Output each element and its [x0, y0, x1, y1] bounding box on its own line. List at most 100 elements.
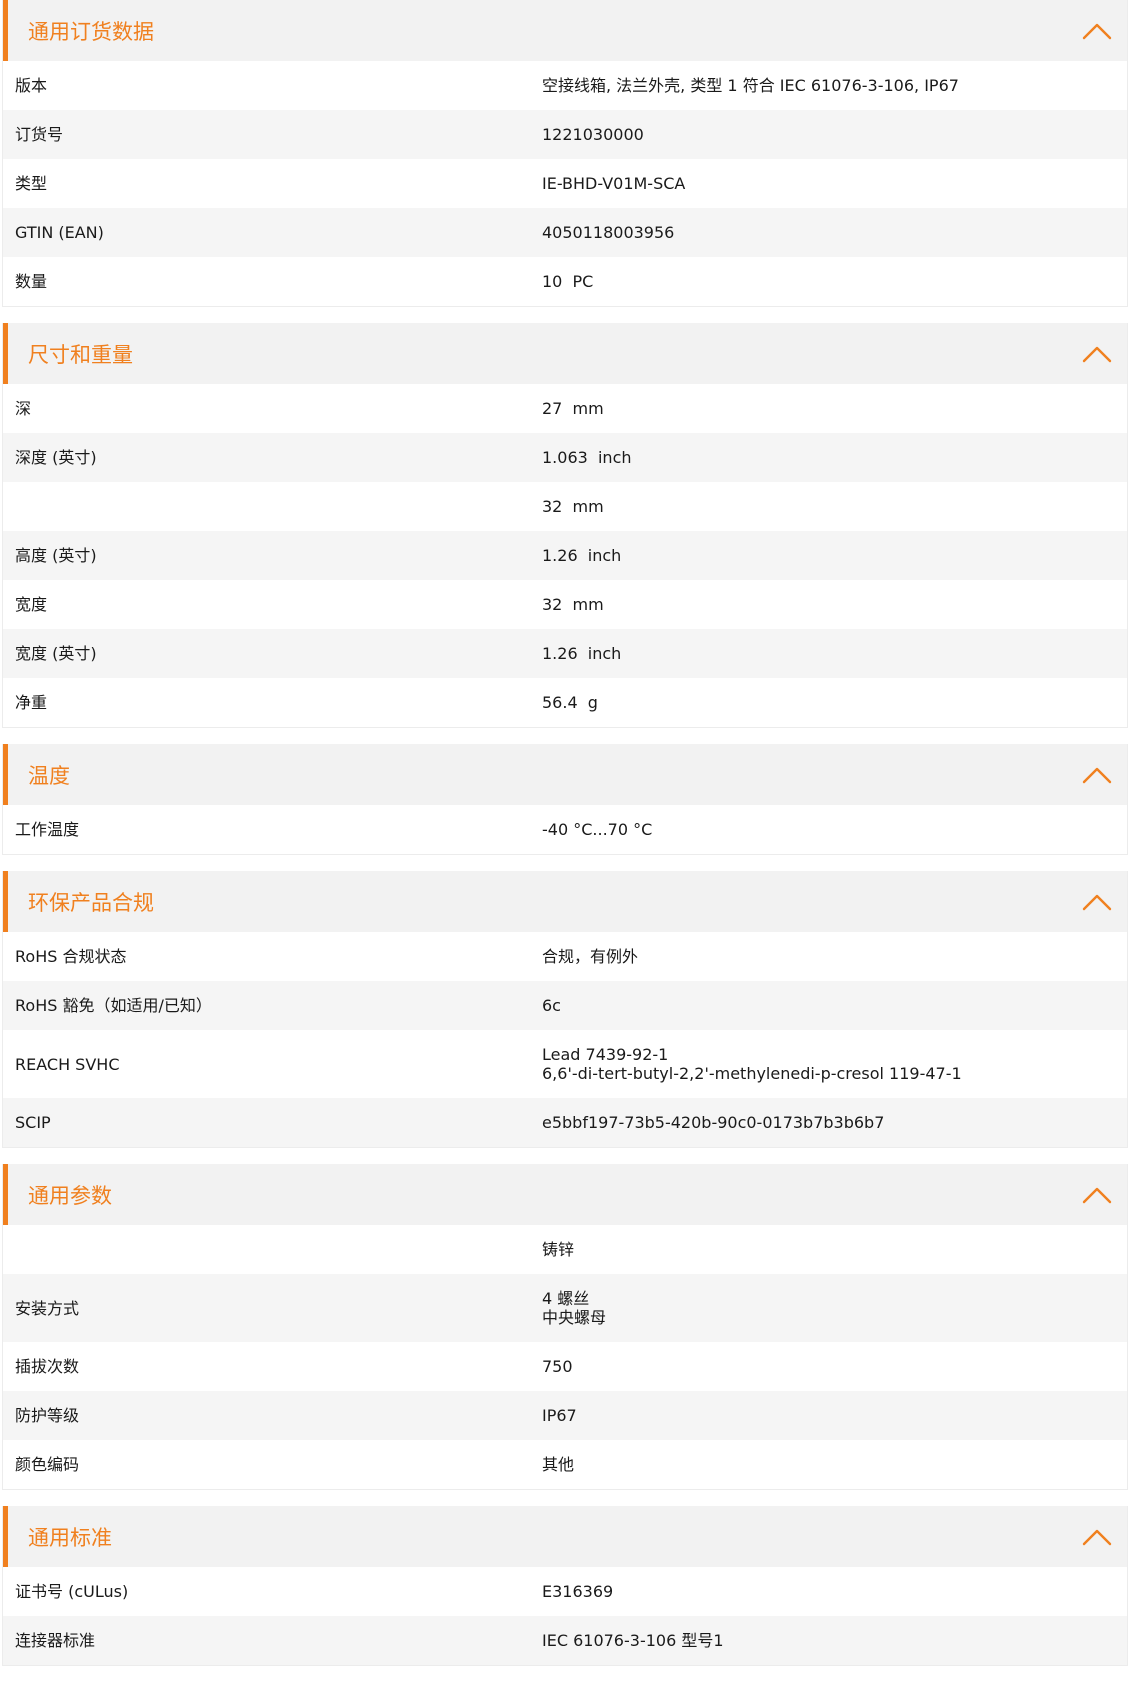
spec-table: 工作温度 -40 °C...70 °C	[3, 805, 1127, 854]
section-header[interactable]: 通用订货数据	[3, 0, 1127, 61]
spec-value-line: e5bbf197-73b5-420b-90c0-0173b7b3b6b7	[542, 1113, 885, 1132]
spec-value-line: 其他	[542, 1455, 575, 1474]
spec-value: 6c	[542, 996, 1127, 1015]
spec-section: 通用订货数据 版本 空接线箱, 法兰外壳, 类型 1 符合 IEC 61076-3-…	[2, 0, 1128, 307]
spec-value: 1.063 inch	[542, 448, 1127, 467]
chevron-up-icon[interactable]	[1081, 764, 1113, 786]
chevron-up-icon[interactable]	[1081, 20, 1113, 42]
spec-table: 深 27 mm 深度 (英寸) 1.063 inch 32 mm 高度 (英寸) 1.26 …	[3, 384, 1127, 727]
spec-value: 1.26 inch	[542, 644, 1127, 663]
chevron-up-icon[interactable]	[1081, 1526, 1113, 1548]
spec-value: -40 °C...70 °C	[542, 820, 1127, 839]
spec-row: RoHS 合规状态 合规，有例外	[3, 932, 1127, 981]
spec-value-line: 750	[542, 1357, 573, 1376]
section-header[interactable]: 温度	[3, 744, 1127, 805]
spec-row: 订货号 1221030000	[3, 110, 1127, 159]
spec-value: 750	[542, 1357, 1127, 1376]
spec-section: 尺寸和重量深 27 mm 深度 (英寸) 1.063 inch 32 mm 高度 (英寸)…	[2, 323, 1128, 728]
spec-section: 通用标准证书号 (cULus) E316369 连接器标准 IEC 61076-3-1…	[2, 1506, 1128, 1666]
spec-label: GTIN (EAN)	[15, 223, 104, 242]
spec-label: 订货号	[15, 125, 64, 144]
spec-label: 深度 (英寸)	[15, 448, 97, 467]
spec-label: 证书号 (cULus)	[15, 1582, 129, 1601]
spec-value-line: 4050118003956	[542, 223, 675, 242]
spec-value: 32 mm	[542, 595, 1127, 614]
spec-value: 4050118003956	[542, 223, 1127, 242]
spec-value-line: 1.063 inch	[542, 448, 632, 467]
spec-row: REACH SVHC Lead 7439-92-1 6,6'-di-tert-but…	[3, 1030, 1127, 1098]
spec-row: SCIP e5bbf197-73b5-420b-90c0-0173b7b3b6b7	[3, 1098, 1127, 1147]
spec-value-line: 6,6'-di-tert-butyl-2,2'-methylenedi-p-cr…	[542, 1064, 962, 1083]
spec-row: 宽度 32 mm	[3, 580, 1127, 629]
spec-value-line: 32 mm	[542, 595, 604, 614]
spec-label: REACH SVHC	[15, 1054, 120, 1074]
spec-row: 深度 (英寸) 1.063 inch	[3, 433, 1127, 482]
spec-label: 连接器标准	[15, 1631, 96, 1650]
section-title: 环保产品合规	[28, 890, 154, 915]
spec-value-line: E316369	[542, 1582, 614, 1601]
spec-row: 安装方式 4 螺丝 中央螺母	[3, 1274, 1127, 1342]
spec-row: 插拔次数 750	[3, 1342, 1127, 1391]
section-header[interactable]: 通用参数	[3, 1164, 1127, 1225]
spec-row: 数量 10 PC	[3, 257, 1127, 306]
spec-label: 高度 (英寸)	[15, 546, 97, 565]
product-spec-page: 通用订货数据 版本 空接线箱, 法兰外壳, 类型 1 符合 IEC 61076-3-…	[0, 0, 1128, 1666]
spec-row: RoHS 豁免（如适用/已知） 6c	[3, 981, 1127, 1030]
spec-label: 宽度 (英寸)	[15, 644, 97, 663]
chevron-up-icon[interactable]	[1081, 343, 1113, 365]
spec-row: 连接器标准 IEC 61076-3-106 型号1	[3, 1616, 1127, 1665]
spec-value-line: 铸锌	[542, 1240, 575, 1259]
spec-value: 10 PC	[542, 272, 1127, 291]
spec-value: 空接线箱, 法兰外壳, 类型 1 符合 IEC 61076-3-106, IP6…	[542, 76, 1127, 95]
section-header[interactable]: 尺寸和重量	[3, 323, 1127, 384]
spec-row: GTIN (EAN) 4050118003956	[3, 208, 1127, 257]
section-title: 温度	[28, 763, 70, 788]
spec-row: 铸锌	[3, 1225, 1127, 1274]
spec-value-line: 1221030000	[542, 125, 644, 144]
spec-row: 高度 (英寸) 1.26 inch	[3, 531, 1127, 580]
spec-value-line: 56.4 g	[542, 693, 598, 712]
spec-label: 深	[15, 399, 32, 418]
spec-value: 32 mm	[542, 497, 1127, 516]
spec-value-line: 1.26 inch	[542, 644, 622, 663]
spec-value-line: 合规，有例外	[542, 947, 639, 966]
section-title: 通用订货数据	[28, 19, 154, 44]
section-title: 尺寸和重量	[28, 342, 133, 367]
spec-label: 工作温度	[15, 820, 80, 839]
spec-row: 工作温度 -40 °C...70 °C	[3, 805, 1127, 854]
spec-label: SCIP	[15, 1113, 51, 1132]
spec-label: 安装方式	[15, 1298, 80, 1318]
section-header[interactable]: 环保产品合规	[3, 871, 1127, 932]
spec-row: 净重 56.4 g	[3, 678, 1127, 727]
spec-row: 类型 IE-BHD-V01M-SCA	[3, 159, 1127, 208]
spec-value-line: 中央螺母	[542, 1308, 607, 1327]
chevron-up-icon[interactable]	[1081, 891, 1113, 913]
spec-value-line: 1.26 inch	[542, 546, 622, 565]
spec-value: IP67	[542, 1406, 1127, 1425]
spec-label: 颜色编码	[15, 1455, 80, 1474]
spec-row: 防护等级 IP67	[3, 1391, 1127, 1440]
spec-label: 数量	[15, 272, 48, 291]
chevron-up-icon[interactable]	[1081, 1184, 1113, 1206]
spec-value-line: IE-BHD-V01M-SCA	[542, 174, 686, 193]
spec-table: 铸锌安装方式 4 螺丝 中央螺母插拔次数 750 防护等级 IP67 颜色编码 其他	[3, 1225, 1127, 1489]
spec-section: 通用参数铸锌安装方式 4 螺丝 中央螺母插拔次数 750 防护等级 IP67 颜色编码 其他	[2, 1164, 1128, 1490]
spec-label: 净重	[15, 693, 48, 712]
spec-table: 证书号 (cULus) E316369 连接器标准 IEC 61076-3-106 型…	[3, 1567, 1127, 1665]
spec-value: 27 mm	[542, 399, 1127, 418]
spec-value-line: 空接线箱, 法兰外壳, 类型 1 符合 IEC 61076-3-106, IP6…	[542, 76, 959, 95]
spec-value: Lead 7439-92-1 6,6'-di-tert-butyl-2,2'-me…	[542, 1045, 1127, 1083]
spec-section: 温度工作温度 -40 °C...70 °C	[2, 744, 1128, 855]
spec-row: 深 27 mm	[3, 384, 1127, 433]
section-title: 通用参数	[28, 1183, 112, 1208]
spec-value-line: 4 螺丝	[542, 1289, 590, 1308]
spec-value-line: IEC 61076-3-106 型号1	[542, 1631, 724, 1650]
spec-value-line: 27 mm	[542, 399, 604, 418]
spec-label: 插拔次数	[15, 1357, 80, 1376]
spec-value: 其他	[542, 1455, 1127, 1474]
spec-value: IEC 61076-3-106 型号1	[542, 1631, 1127, 1650]
section-header[interactable]: 通用标准	[3, 1506, 1127, 1567]
spec-label: RoHS 合规状态	[15, 947, 127, 966]
spec-label: 宽度	[15, 595, 48, 614]
spec-row: 证书号 (cULus) E316369	[3, 1567, 1127, 1616]
